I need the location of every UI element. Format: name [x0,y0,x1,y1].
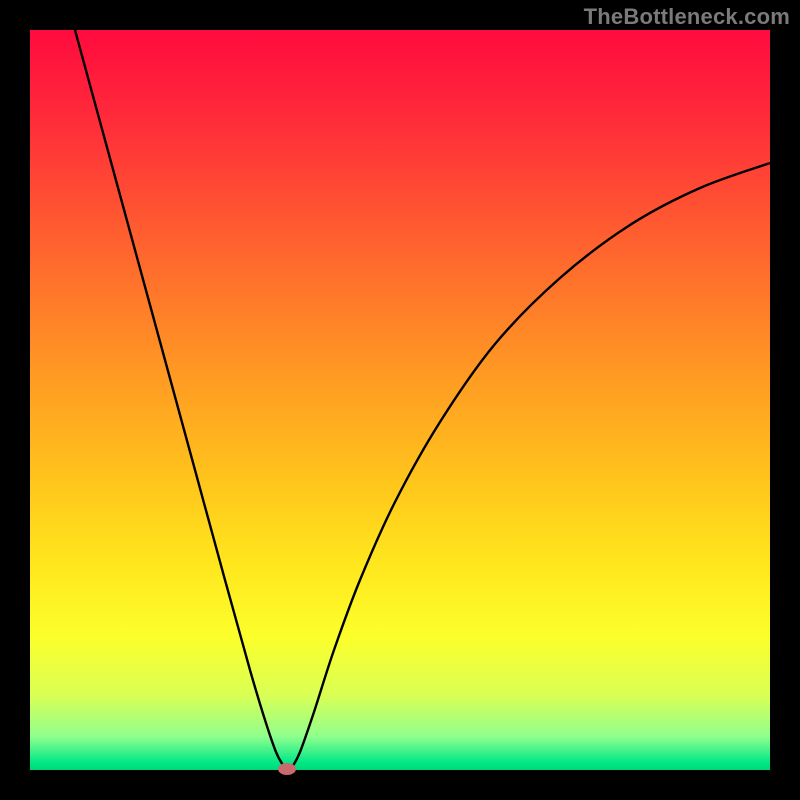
plot-background [30,30,770,770]
bottleneck-chart [0,0,800,800]
minimum-marker [278,763,296,775]
watermark-label: TheBottleneck.com [584,4,790,30]
chart-frame: TheBottleneck.com [0,0,800,800]
